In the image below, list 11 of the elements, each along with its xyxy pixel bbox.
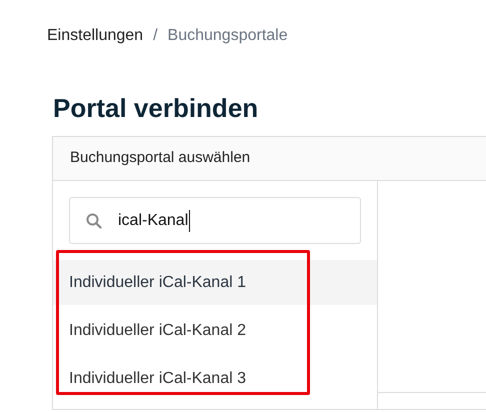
breadcrumb-separator: / bbox=[153, 27, 158, 45]
search-icon bbox=[86, 212, 102, 228]
dropdown-option[interactable]: Individueller iCal-Kanal 1 bbox=[53, 260, 377, 305]
page-title: Portal verbinden bbox=[53, 92, 260, 125]
breadcrumb-link[interactable]: Einstellungen bbox=[47, 27, 144, 45]
select-header[interactable]: Buchungsportal auswählen bbox=[53, 137, 486, 181]
dropdown-option[interactable]: Individueller iCal-Kanal 2 bbox=[53, 308, 377, 353]
breadcrumb-current: Buchungsportale bbox=[168, 27, 288, 45]
dropdown-option[interactable]: Individueller iCal-Kanal 3 bbox=[53, 356, 377, 401]
search-field[interactable]: ical-Kanal bbox=[69, 197, 361, 244]
text-caret bbox=[189, 210, 190, 232]
